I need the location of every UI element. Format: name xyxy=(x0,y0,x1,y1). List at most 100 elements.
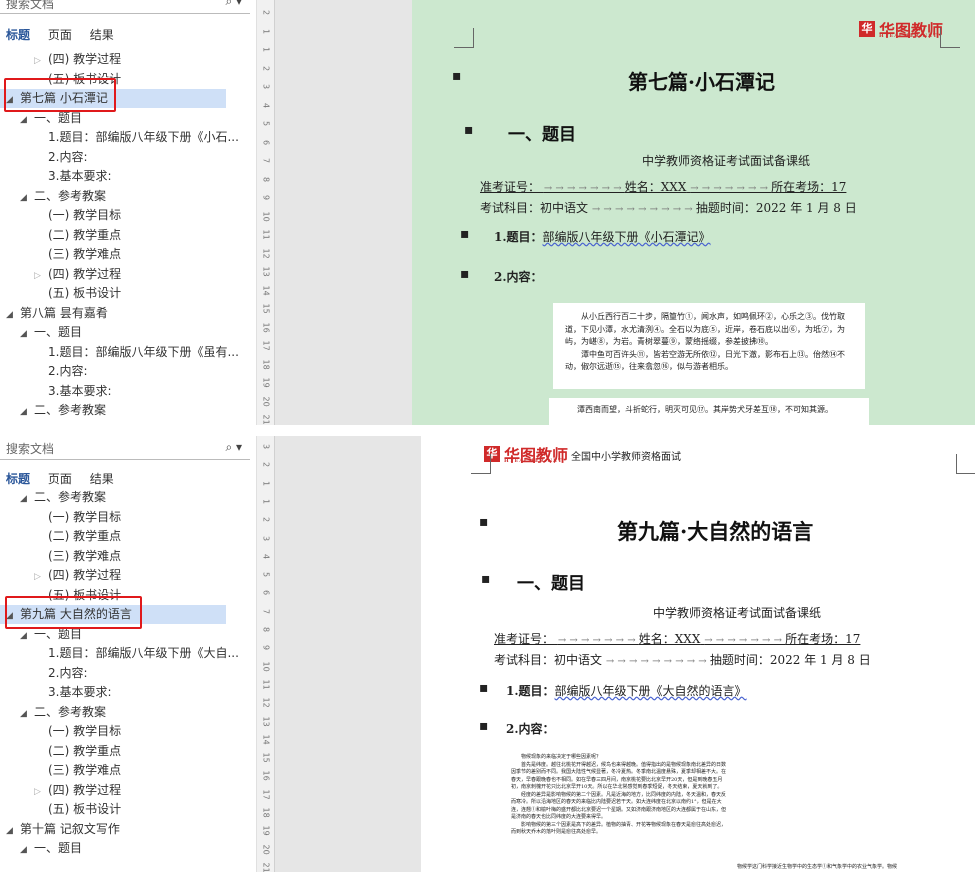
tree-item-label: 一、题目 xyxy=(34,325,83,339)
tree-item-label: (四) 教学过程 xyxy=(48,266,122,281)
expand-arrow-icon[interactable]: ◢ xyxy=(20,627,34,644)
tree-item[interactable]: (三) 教学难点 xyxy=(0,245,250,264)
tree-item[interactable]: (二) 教学重点 xyxy=(0,527,250,546)
expand-arrow-icon[interactable]: ◢ xyxy=(20,325,34,342)
tree-item[interactable]: ▷ (四) 教学过程 xyxy=(0,50,250,69)
tree-item[interactable]: ◢ 一、题目 xyxy=(0,839,250,858)
search-input[interactable]: 搜索文档 ⌕ ▾ xyxy=(0,0,250,14)
ruler-tick-label: 2 xyxy=(261,9,271,16)
q1-text: 部编版八年级下册《小石潭记》 xyxy=(542,230,711,244)
subtitle: 中学教师资格证考试面试备课纸 xyxy=(653,606,822,620)
tree-item[interactable]: ◢ 第八篇 昙有嘉肴 xyxy=(0,304,250,323)
expand-arrow-icon[interactable]: ◢ xyxy=(6,822,20,839)
tree-item[interactable]: 3.基本要求: xyxy=(0,382,250,401)
tree-item[interactable]: 1.题目：部编版八年级下册《大自... xyxy=(0,644,250,663)
tab-headings[interactable]: 标题 xyxy=(6,28,30,42)
passage-paragraph: 物候现象的来临决定于哪些因素呢？ xyxy=(521,754,602,760)
tree-item[interactable]: (五) 板书设计 xyxy=(0,800,250,819)
expand-arrow-icon[interactable]: ◢ xyxy=(6,306,20,323)
tree-item[interactable]: ▷ (四) 教学过程 xyxy=(0,265,250,284)
list-bullet: ▪ xyxy=(479,514,489,530)
list-bullet: ▪ xyxy=(452,68,462,84)
screenshot-panel-2: 搜索文档 ⌕ ▾ 标题 页面 结果 ◢ 二、参考教案 (一) 教学目标 (二) 教学重… xyxy=(0,436,975,872)
tree-item[interactable]: ◢ 二、参考教案 xyxy=(0,187,250,206)
passage-image-2: 潭西南而望，斗折蛇行，明灭可见⑰。其岸势犬牙差互⑱，不可知其源。 xyxy=(549,398,869,425)
expand-arrow-icon[interactable]: ◢ xyxy=(20,111,34,128)
tree-item-label: 2.内容: xyxy=(48,364,88,378)
tree-item[interactable]: ◢ 第十篇 记叙文写作 xyxy=(0,820,250,839)
tab-results[interactable]: 结果 xyxy=(90,472,114,486)
tree-item-label: 二、参考教案 xyxy=(34,188,107,203)
tree-item-label: (四) 教学过程 xyxy=(48,52,122,66)
tab-pages[interactable]: 页面 xyxy=(48,472,72,486)
tree-item-label: 1.题目：部编版八年级下册《大自... xyxy=(48,646,239,660)
nav-tabs: 标题 页面 结果 xyxy=(6,26,128,43)
search-icon[interactable]: ⌕ ▾ xyxy=(225,440,242,455)
expand-arrow-icon[interactable]: ▷ xyxy=(34,267,48,284)
ruler-tick-label: 10 xyxy=(261,211,271,222)
q1-text: 部编版八年级下册《大自然的语言》 xyxy=(554,684,747,698)
tree-item[interactable]: (三) 教学难点 xyxy=(0,761,250,780)
tree-item[interactable]: ◢ 一、题目 xyxy=(0,323,250,342)
margin-corner-mark xyxy=(940,28,960,48)
ruler-tick-label: 17 xyxy=(261,789,271,800)
tree-item[interactable]: (一) 教学目标 xyxy=(0,508,250,527)
ruler-tick-label: 11 xyxy=(261,679,271,690)
ruler-tick-label: 10 xyxy=(261,661,271,672)
tree-item[interactable]: (三) 教学难点 xyxy=(0,547,250,566)
expand-arrow-icon[interactable]: ◢ xyxy=(20,490,34,507)
expand-arrow-icon[interactable]: ▷ xyxy=(34,52,48,69)
search-icon[interactable]: ⌕ ▾ xyxy=(225,0,242,9)
subtitle: 中学教师资格证考试面试备课纸 xyxy=(642,154,811,168)
tree-item[interactable]: ◢ 二、参考教案 xyxy=(0,488,250,507)
passage-paragraph: 潭西南而望，斗折蛇行，明灭可见⑰。其岸势犬牙差互⑱，不可知其源。 xyxy=(577,405,833,414)
tree-item-label: 一、题目 xyxy=(34,110,83,125)
tree-item[interactable]: (二) 教学重点 xyxy=(0,226,250,245)
ruler-tick-label: 20 xyxy=(261,396,271,407)
tree-item[interactable]: 2.内容: xyxy=(0,148,250,167)
ruler-tick-label: 13 xyxy=(261,716,271,727)
tree-item[interactable]: 3.基本要求: xyxy=(0,167,250,186)
tree-item[interactable]: ▷ (四) 教学过程 xyxy=(0,781,250,800)
expand-arrow-icon[interactable]: ▷ xyxy=(34,783,48,800)
tree-item[interactable]: ◢ 二、参考教案 xyxy=(0,703,250,722)
expand-arrow-icon[interactable]: ◢ xyxy=(20,705,34,722)
tree-item[interactable]: (五) 板书设计 xyxy=(0,284,250,303)
document-page[interactable]: 华 华图教师 HTEACHER.NET ▪ 第七篇·小石潭记 ▪ 一、题目 中学… xyxy=(412,0,975,425)
ruler-tick-label: 19 xyxy=(261,825,271,836)
expand-arrow-icon[interactable]: ◢ xyxy=(20,403,34,420)
tree-item[interactable]: 1.题目：部编版八年级下册《虽有... xyxy=(0,343,250,362)
tree-item[interactable]: ◢ 二、参考教案 xyxy=(0,401,250,420)
tree-item[interactable]: 2.内容: xyxy=(0,664,250,683)
ruler-tick-label: 7 xyxy=(261,157,271,164)
tree-item[interactable]: ▷ (四) 教学过程 xyxy=(0,566,250,585)
subject-label: 考试科目：初中语文 xyxy=(494,653,603,667)
document-page[interactable]: 华 华图教师 HTEACHER.NET 全国中小学教师资格面试 ▪ 第九篇·大自… xyxy=(421,436,975,872)
tree-item[interactable]: 2.内容: xyxy=(0,362,250,381)
passage-paragraph: 经度的差异是影响物候的第二个因素。凡是近海的地方，比同纬度的内陆，冬天温和，春天… xyxy=(511,791,727,821)
list-bullet: ▪ xyxy=(460,226,470,242)
ruler-tick-label: 13 xyxy=(261,266,271,277)
tab-pages[interactable]: 页面 xyxy=(48,28,72,42)
navigation-pane: 搜索文档 ⌕ ▾ 标题 页面 结果 ▷ (四) 教学过程 (五) 板书设计 ◢ 第七篇 … xyxy=(0,0,257,425)
expand-arrow-icon[interactable]: ◢ xyxy=(20,841,34,858)
expand-arrow-icon[interactable]: ▷ xyxy=(34,568,48,585)
q2-label: 2.内容： xyxy=(506,722,555,736)
tree-item[interactable]: (一) 教学目标 xyxy=(0,206,250,225)
tree-item[interactable]: (二) 教学重点 xyxy=(0,742,250,761)
name-label: 姓名：XXX xyxy=(624,180,687,194)
ruler-tick-label: 2 xyxy=(261,65,271,71)
tab-results[interactable]: 结果 xyxy=(90,28,114,42)
tree-item-label: 1.题目：部编版八年级下册《小石... xyxy=(48,130,239,144)
exam-info-row: 准考证号： → → → → → → → 姓名：XXX → → → → → → →… xyxy=(494,632,861,646)
tree-item[interactable]: (一) 教学目标 xyxy=(0,722,250,741)
ruler-tick-label: 16 xyxy=(261,322,271,333)
page-title: 第九篇·大自然的语言 xyxy=(617,519,814,544)
list-bullet: ▪ xyxy=(481,571,491,587)
tab-headings[interactable]: 标题 xyxy=(6,472,30,486)
search-input[interactable]: 搜索文档 ⌕ ▾ xyxy=(0,436,250,460)
tree-item[interactable]: 3.基本要求: xyxy=(0,683,250,702)
expand-arrow-icon[interactable]: ◢ xyxy=(20,189,34,206)
tree-item[interactable]: 1.题目：部编版八年级下册《小石... xyxy=(0,128,250,147)
ruler-tick-label: 21 xyxy=(261,414,271,425)
